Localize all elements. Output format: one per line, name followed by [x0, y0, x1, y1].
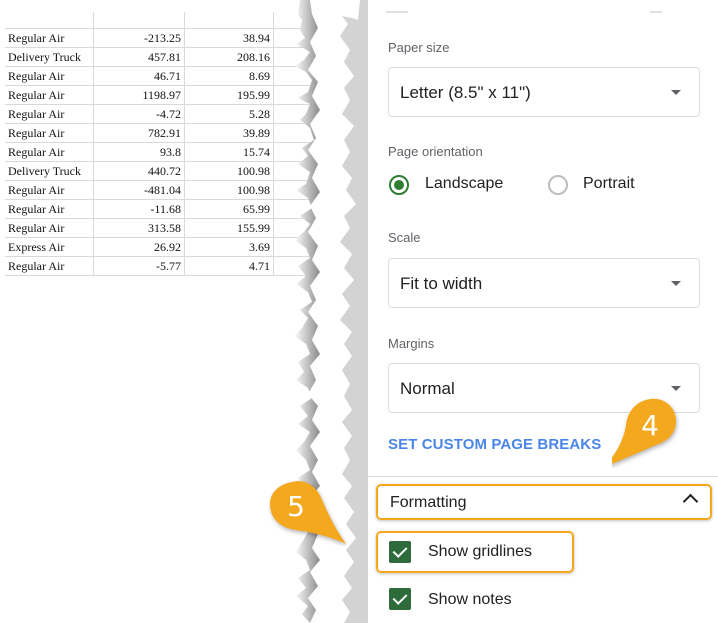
- profit-cell: 1198.97: [93, 85, 185, 105]
- data-table: Regular Air -213.25 38.94 Delivery Truck 457…: [5, 12, 310, 276]
- profit-cell: 313.58: [93, 218, 185, 238]
- formatting-section-header[interactable]: Formatting: [376, 484, 712, 520]
- price-cell: 155.99: [184, 218, 274, 238]
- cut-off-text: [386, 11, 408, 13]
- table-row: Express Air 26.92 3.69: [5, 237, 310, 257]
- page-orientation-label: Page orientation: [388, 144, 483, 159]
- scale-label: Scale: [388, 230, 421, 245]
- portrait-label[interactable]: Portrait: [583, 175, 635, 193]
- price-cell: 4.71: [184, 256, 274, 276]
- set-custom-page-breaks-link[interactable]: SET CUSTOM PAGE BREAKS: [388, 436, 601, 453]
- table-row: Regular Air -213.25 38.94: [5, 28, 310, 48]
- table-row: Regular Air -11.68 65.99: [5, 199, 310, 219]
- ship-mode-cell: Regular Air: [5, 123, 94, 143]
- ship-mode-cell: Regular Air: [5, 104, 94, 124]
- scale-select[interactable]: Fit to width: [388, 258, 700, 308]
- landscape-label[interactable]: Landscape: [425, 175, 503, 193]
- profit-cell: -4.72: [93, 104, 185, 124]
- ship-mode-cell: Regular Air: [5, 142, 94, 162]
- callout-number: 5: [287, 490, 305, 523]
- chevron-up-icon: [682, 493, 699, 510]
- ship-mode-cell: Regular Air: [5, 28, 94, 48]
- price-cell: 208.16: [184, 47, 274, 67]
- show-notes-label[interactable]: Show notes: [428, 591, 512, 609]
- profit-cell: -481.04: [93, 180, 185, 200]
- ship-mode-cell: Regular Air: [5, 256, 94, 276]
- paper-size-select[interactable]: Letter (8.5" x 11"): [388, 67, 700, 117]
- show-gridlines-checkbox[interactable]: [389, 541, 411, 563]
- ship-mode-cell: Regular Air: [5, 85, 94, 105]
- price-cell: 15.74: [184, 142, 274, 162]
- profit-cell: -213.25: [93, 28, 185, 48]
- ship-mode-cell: Regular Air: [5, 199, 94, 219]
- price-cell: 8.69: [184, 66, 274, 86]
- show-notes-checkbox[interactable]: [389, 588, 411, 610]
- dropdown-arrow-icon: [671, 281, 681, 286]
- price-cell: 100.98: [184, 161, 274, 181]
- ship-mode-cell: Delivery Truck: [5, 161, 94, 181]
- ship-mode-cell: Regular Air: [5, 66, 94, 86]
- callout-4: 4: [604, 397, 682, 469]
- header-row: [5, 12, 310, 29]
- table-row: Regular Air -481.04 100.98: [5, 180, 310, 200]
- table-row: Regular Air -5.77 4.71: [5, 256, 310, 276]
- ship-mode-cell: Regular Air: [5, 218, 94, 238]
- table-row: Regular Air 93.8 15.74: [5, 142, 310, 162]
- price-cell: 195.99: [184, 85, 274, 105]
- paper-size-label: Paper size: [388, 40, 450, 55]
- print-settings-panel: Paper size Letter (8.5" x 11") Page orie…: [368, 0, 718, 623]
- landscape-radio[interactable]: [389, 175, 409, 195]
- dropdown-arrow-icon: [671, 90, 681, 95]
- table-row: Delivery Truck 457.81 208.16: [5, 47, 310, 67]
- show-gridlines-label[interactable]: Show gridlines: [428, 543, 532, 561]
- profit-cell: 93.8: [93, 142, 185, 162]
- price-cell: 3.69: [184, 237, 274, 257]
- ship-mode-cell: Delivery Truck: [5, 47, 94, 67]
- margins-label: Margins: [388, 336, 435, 351]
- profit-cell: 782.91: [93, 123, 185, 143]
- profit-cell: 46.71: [93, 66, 185, 86]
- table-row: Regular Air 46.71 8.69: [5, 66, 310, 86]
- profit-cell: -5.77: [93, 256, 185, 276]
- price-cell: 65.99: [184, 199, 274, 219]
- price-cell: 39.89: [184, 123, 274, 143]
- formatting-label: Formatting: [390, 494, 467, 511]
- price-cell: 100.98: [184, 180, 274, 200]
- table-row: Regular Air 782.91 39.89: [5, 123, 310, 143]
- table-row: Regular Air 313.58 155.99: [5, 218, 310, 238]
- section-divider: [368, 476, 718, 477]
- portrait-radio[interactable]: [548, 175, 568, 195]
- scale-value: Fit to width: [400, 274, 483, 293]
- cut-off-text: [650, 11, 662, 13]
- table-row: Regular Air -4.72 5.28: [5, 104, 310, 124]
- profit-cell: 26.92: [93, 237, 185, 257]
- profit-cell: 440.72: [93, 161, 185, 181]
- margins-value: Normal: [400, 379, 455, 398]
- callout-number: 4: [641, 409, 659, 442]
- table-row: Delivery Truck 440.72 100.98: [5, 161, 310, 181]
- callout-5: 5: [266, 478, 350, 546]
- table-row: Regular Air 1198.97 195.99: [5, 85, 310, 105]
- price-cell: 38.94: [184, 28, 274, 48]
- profit-cell: 457.81: [93, 47, 185, 67]
- profit-cell: -11.68: [93, 199, 185, 219]
- ship-mode-cell: Express Air: [5, 237, 94, 257]
- price-cell: 5.28: [184, 104, 274, 124]
- dropdown-arrow-icon: [671, 386, 681, 391]
- paper-size-value: Letter (8.5" x 11"): [400, 83, 531, 102]
- ship-mode-cell: Regular Air: [5, 180, 94, 200]
